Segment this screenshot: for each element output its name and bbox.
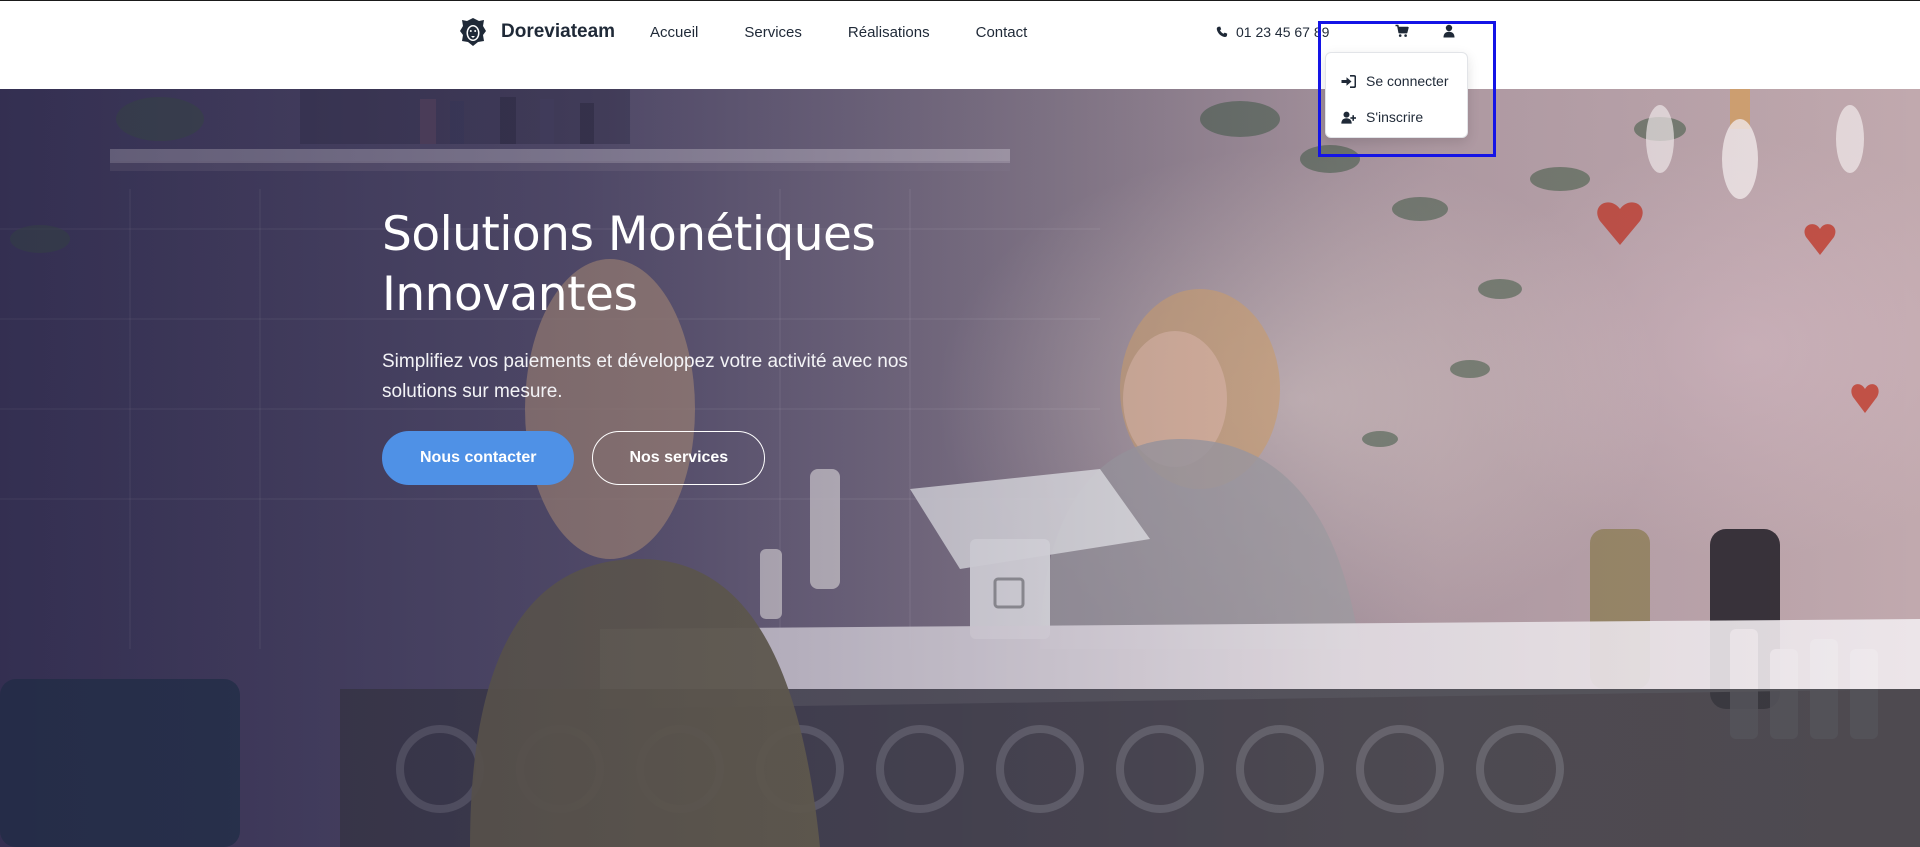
phone-link[interactable]: 01 23 45 67 89 xyxy=(1216,21,1329,43)
hero-title-line-2: Innovantes xyxy=(382,267,638,322)
hero-content: Solutions Monétiques Innovantes Simplifi… xyxy=(382,205,942,485)
nav-link-realisations[interactable]: Réalisations xyxy=(848,24,930,41)
contact-button[interactable]: Nous contacter xyxy=(382,431,575,485)
main-nav: Accueil Services Réalisations Contact xyxy=(650,21,1073,43)
cart-button[interactable] xyxy=(1393,21,1411,41)
dropdown-item-register-label: S'inscrire xyxy=(1366,109,1424,125)
hero-section: Solutions Monétiques Innovantes Simplifi… xyxy=(0,89,1920,847)
nav-link-services[interactable]: Services xyxy=(744,24,802,41)
hero-title: Solutions Monétiques Innovantes xyxy=(382,205,942,325)
dropdown-item-login-label: Se connecter xyxy=(1366,73,1449,89)
hero-buttons: Nous contacter Nos services xyxy=(382,431,942,485)
hero-title-line-1: Solutions Monétiques xyxy=(382,207,876,262)
site-header: Doreviateam Accueil Services Réalisation… xyxy=(0,0,1920,89)
user-icon xyxy=(1443,24,1455,38)
page: Doreviateam Accueil Services Réalisation… xyxy=(0,0,1920,847)
dropdown-item-register[interactable]: S'inscrire xyxy=(1326,99,1467,135)
brand-logo-link[interactable]: Doreviateam xyxy=(459,15,615,49)
phone-icon xyxy=(1216,26,1228,38)
shopping-cart-icon xyxy=(1395,24,1409,37)
nav-link-contact[interactable]: Contact xyxy=(976,24,1028,41)
nav-link-accueil[interactable]: Accueil xyxy=(650,24,698,41)
hero-overlay xyxy=(0,89,1920,847)
dropdown-item-login[interactable]: Se connecter xyxy=(1326,63,1467,99)
user-plus-icon xyxy=(1341,111,1356,124)
phone-number: 01 23 45 67 89 xyxy=(1236,24,1330,40)
hero-subtitle: Simplifiez vos paiements et développez v… xyxy=(382,351,908,402)
brand-name: Doreviateam xyxy=(501,21,616,42)
lion-logo-icon xyxy=(460,18,486,46)
user-dropdown-menu: Se connecter S'inscrire xyxy=(1325,52,1468,138)
services-button[interactable]: Nos services xyxy=(592,431,766,485)
sign-in-icon xyxy=(1341,74,1356,88)
user-menu-button[interactable] xyxy=(1440,21,1458,41)
